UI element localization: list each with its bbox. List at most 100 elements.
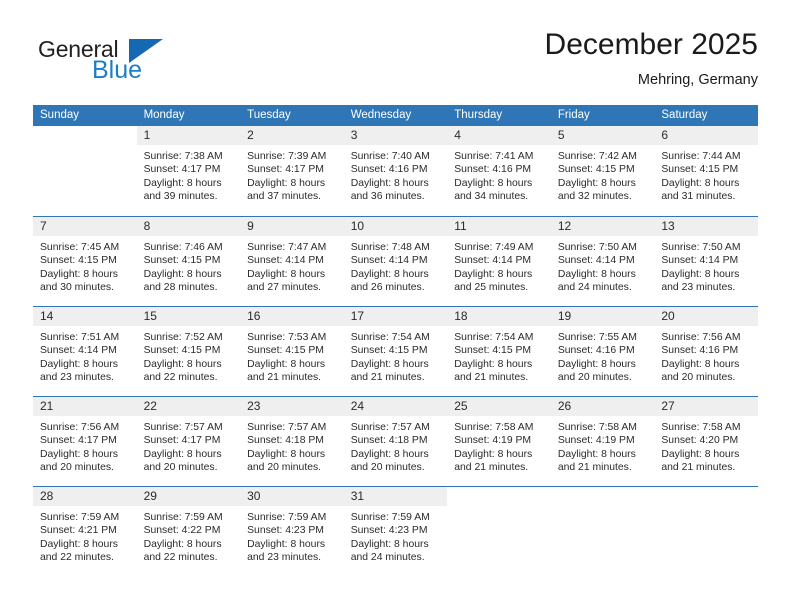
sunset-time: Sunset: 4:16 PM	[350, 164, 428, 176]
calendar-day[interactable]: 1 Sunrise: 7:38 AM Sunset: 4:17 PM Daylight…	[136, 126, 241, 216]
calendar-day[interactable]: 5 Sunrise: 7:42 AM Sunset: 4:15 PM Daylight…	[550, 126, 655, 216]
calendar-day[interactable]: 25 Sunrise: 7:58 AM Sunset: 4:19 PM Dayligh…	[447, 396, 551, 486]
weekday-header-monday: Monday	[136, 105, 241, 126]
sunset-time: Sunset: 4:17 PM	[143, 435, 221, 447]
daylight-duration-line1: Daylight: 8 hours	[40, 538, 118, 550]
daylight-duration-line1: Daylight: 8 hours	[454, 268, 533, 280]
sunset-time: Sunset: 4:22 PM	[143, 525, 221, 537]
calendar-day[interactable]: 27 Sunrise: 7:58 AM Sunset: 4:20 PM Dayligh…	[654, 396, 758, 486]
calendar-day[interactable]: 14 Sunrise: 7:51 AM Sunset: 4:14 PM Dayligh…	[33, 306, 137, 396]
sunrise-time: Sunrise: 7:49 AM	[454, 242, 534, 253]
calendar-day[interactable]: 13 Sunrise: 7:50 AM Sunset: 4:14 PM Dayligh…	[654, 216, 758, 306]
daylight-duration-line2: and 21 minutes.	[454, 371, 529, 383]
calendar-cell: 2 Sunrise: 7:39 AM Sunset: 4:17 PM Daylight…	[240, 126, 344, 216]
day-details: Sunrise: 7:38 AM Sunset: 4:17 PM Daylight:…	[137, 145, 241, 203]
calendar-cell: 28 Sunrise: 7:59 AM Sunset: 4:21 PM Dayligh…	[33, 486, 137, 576]
daylight-duration-line1: Daylight: 8 hours	[40, 358, 118, 370]
calendar-day[interactable]: 17 Sunrise: 7:54 AM Sunset: 4:15 PM Dayligh…	[343, 306, 448, 396]
day-number: 31	[343, 487, 448, 506]
sunrise-time: Sunrise: 7:58 AM	[557, 422, 637, 433]
calendar-week-row: 1 Sunrise: 7:38 AM Sunset: 4:17 PM Daylight…	[33, 126, 758, 216]
calendar-day[interactable]: 20 Sunrise: 7:56 AM Sunset: 4:16 PM Dayligh…	[654, 306, 758, 396]
calendar-day[interactable]: 6 Sunrise: 7:44 AM Sunset: 4:15 PM Daylight…	[654, 126, 758, 216]
calendar-day[interactable]: 15 Sunrise: 7:52 AM Sunset: 4:15 PM Dayligh…	[136, 306, 241, 396]
calendar-day[interactable]: 28 Sunrise: 7:59 AM Sunset: 4:21 PM Dayligh…	[33, 486, 137, 576]
day-details: Sunrise: 7:53 AM Sunset: 4:15 PM Daylight:…	[240, 326, 344, 384]
calendar-day[interactable]: 31 Sunrise: 7:59 AM Sunset: 4:23 PM Dayligh…	[343, 486, 448, 576]
calendar-day[interactable]: 26 Sunrise: 7:58 AM Sunset: 4:19 PM Dayligh…	[550, 396, 655, 486]
sunrise-time: Sunrise: 7:54 AM	[454, 332, 534, 343]
daylight-duration-line2: and 23 minutes.	[247, 551, 322, 563]
calendar-day[interactable]: 19 Sunrise: 7:55 AM Sunset: 4:16 PM Dayligh…	[550, 306, 655, 396]
day-details: Sunrise: 7:57 AM Sunset: 4:18 PM Daylight:…	[344, 416, 448, 474]
daylight-duration-line2: and 21 minutes.	[454, 461, 529, 473]
day-number	[447, 487, 551, 506]
day-details: Sunrise: 7:49 AM Sunset: 4:14 PM Daylight:…	[447, 236, 551, 294]
calendar-day[interactable]: 7 Sunrise: 7:45 AM Sunset: 4:15 PM Daylight…	[33, 216, 137, 306]
sunset-time: Sunset: 4:15 PM	[661, 164, 739, 176]
day-number: 12	[550, 217, 655, 236]
day-number: 1	[136, 126, 241, 145]
day-number: 7	[33, 217, 137, 236]
calendar-day[interactable]: 29 Sunrise: 7:59 AM Sunset: 4:22 PM Dayligh…	[136, 486, 241, 576]
sunset-time: Sunset: 4:17 PM	[143, 164, 221, 176]
calendar-day[interactable]: 4 Sunrise: 7:41 AM Sunset: 4:16 PM Daylight…	[447, 126, 551, 216]
day-details: Sunrise: 7:55 AM Sunset: 4:16 PM Daylight:…	[551, 326, 655, 384]
day-number: 17	[343, 307, 448, 326]
daylight-duration-line2: and 20 minutes.	[40, 461, 114, 473]
day-number: 20	[654, 307, 758, 326]
calendar-day[interactable]: 24 Sunrise: 7:57 AM Sunset: 4:18 PM Dayligh…	[343, 396, 448, 486]
calendar-day[interactable]: 21 Sunrise: 7:56 AM Sunset: 4:17 PM Dayligh…	[33, 396, 137, 486]
sunrise-time: Sunrise: 7:47 AM	[247, 242, 327, 253]
sunrise-time: Sunrise: 7:52 AM	[143, 332, 223, 343]
calendar-day[interactable]: 12 Sunrise: 7:50 AM Sunset: 4:14 PM Dayligh…	[550, 216, 655, 306]
general-blue-logo[interactable]: General Blue	[33, 36, 253, 96]
calendar-day[interactable]: 10 Sunrise: 7:48 AM Sunset: 4:14 PM Dayligh…	[343, 216, 448, 306]
day-number: 14	[33, 307, 137, 326]
sunset-time: Sunset: 4:15 PM	[143, 345, 221, 357]
calendar-day[interactable]: 2 Sunrise: 7:39 AM Sunset: 4:17 PM Daylight…	[240, 126, 344, 216]
calendar-body: 1 Sunrise: 7:38 AM Sunset: 4:17 PM Daylight…	[33, 126, 758, 576]
calendar-cell: 8 Sunrise: 7:46 AM Sunset: 4:15 PM Daylight…	[136, 216, 241, 306]
calendar-day[interactable]: 3 Sunrise: 7:40 AM Sunset: 4:16 PM Daylight…	[343, 126, 448, 216]
calendar-cell: 26 Sunrise: 7:58 AM Sunset: 4:19 PM Dayligh…	[550, 396, 655, 486]
daylight-duration-line1: Daylight: 8 hours	[143, 268, 222, 280]
weekday-header-tuesday: Tuesday	[240, 105, 344, 126]
daylight-duration-line1: Daylight: 8 hours	[557, 448, 636, 460]
sunrise-time: Sunrise: 7:58 AM	[454, 422, 534, 433]
daylight-duration-line1: Daylight: 8 hours	[350, 177, 429, 189]
calendar-cell	[33, 126, 137, 216]
sunrise-time: Sunrise: 7:59 AM	[350, 512, 430, 523]
calendar-header-row: Sunday Monday Tuesday Wednesday Thursday…	[33, 105, 758, 126]
daylight-duration-line1: Daylight: 8 hours	[661, 177, 740, 189]
calendar-day[interactable]: 8 Sunrise: 7:46 AM Sunset: 4:15 PM Daylight…	[136, 216, 241, 306]
calendar-day[interactable]: 18 Sunrise: 7:54 AM Sunset: 4:15 PM Dayligh…	[447, 306, 551, 396]
calendar-cell: 12 Sunrise: 7:50 AM Sunset: 4:14 PM Dayligh…	[550, 216, 655, 306]
calendar-day[interactable]: 16 Sunrise: 7:53 AM Sunset: 4:15 PM Dayligh…	[240, 306, 344, 396]
sunrise-time: Sunrise: 7:59 AM	[247, 512, 327, 523]
daylight-duration-line2: and 28 minutes.	[143, 281, 218, 293]
calendar-cell: 7 Sunrise: 7:45 AM Sunset: 4:15 PM Daylight…	[33, 216, 137, 306]
day-number: 10	[343, 217, 448, 236]
day-number	[33, 126, 137, 145]
sunset-time: Sunset: 4:14 PM	[247, 255, 324, 267]
title-block: December 2025 Mehring, Germany	[545, 28, 758, 89]
page-subtitle: Mehring, Germany	[637, 71, 758, 88]
calendar-cell: 24 Sunrise: 7:57 AM Sunset: 4:18 PM Dayligh…	[343, 396, 448, 486]
calendar-day[interactable]: 22 Sunrise: 7:57 AM Sunset: 4:17 PM Dayligh…	[136, 396, 241, 486]
sunrise-time: Sunrise: 7:59 AM	[40, 512, 120, 523]
calendar-cell: 15 Sunrise: 7:52 AM Sunset: 4:15 PM Dayligh…	[136, 306, 241, 396]
day-number: 5	[550, 126, 655, 145]
sunset-time: Sunset: 4:16 PM	[557, 345, 635, 357]
daylight-duration-line2: and 39 minutes.	[143, 190, 218, 202]
calendar-day[interactable]: 11 Sunrise: 7:49 AM Sunset: 4:14 PM Dayligh…	[447, 216, 551, 306]
day-details: Sunrise: 7:58 AM Sunset: 4:19 PM Daylight:…	[447, 416, 551, 474]
weekday-header-thursday: Thursday	[447, 105, 551, 126]
page-title: December 2025	[544, 28, 758, 61]
calendar-day[interactable]: 30 Sunrise: 7:59 AM Sunset: 4:23 PM Dayligh…	[240, 486, 344, 576]
daylight-duration-line2: and 32 minutes.	[557, 190, 632, 202]
calendar-cell: 1 Sunrise: 7:38 AM Sunset: 4:17 PM Daylight…	[136, 126, 241, 216]
daylight-duration-line1: Daylight: 8 hours	[40, 268, 118, 280]
calendar-day[interactable]: 9 Sunrise: 7:47 AM Sunset: 4:14 PM Daylight…	[240, 216, 344, 306]
calendar-day[interactable]: 23 Sunrise: 7:57 AM Sunset: 4:18 PM Dayligh…	[240, 396, 344, 486]
